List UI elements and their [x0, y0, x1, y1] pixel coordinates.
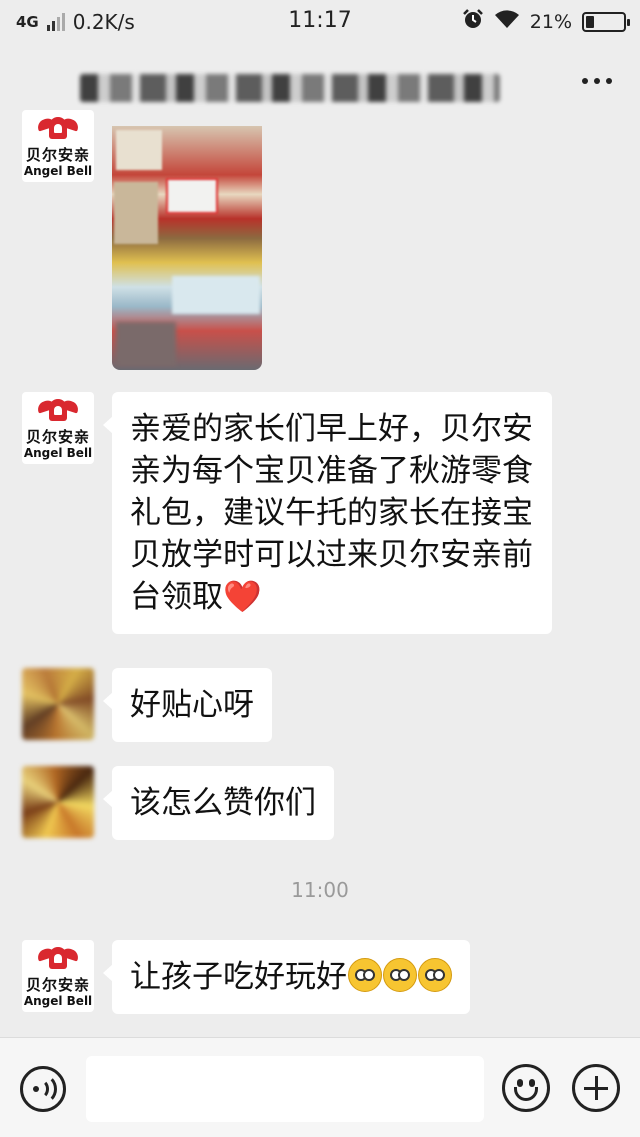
wifi-icon	[494, 9, 520, 34]
battery-percent: 21%	[529, 10, 572, 33]
slap-forehead-emoji-icon	[418, 958, 452, 992]
battery-fill	[586, 15, 594, 28]
logo-name-cn: 贝尔安亲	[25, 975, 90, 994]
avatar-parent-1[interactable]	[22, 668, 94, 740]
logo-name-cn: 贝尔安亲	[25, 145, 90, 164]
input-bar	[0, 1037, 640, 1137]
avatar-parent-2[interactable]	[22, 766, 94, 838]
logo-name-en: Angel Bell	[23, 993, 93, 1008]
cheer-emoji-icon	[348, 958, 382, 992]
avatar-brand[interactable]: 贝尔安亲 Angel Bell	[22, 940, 94, 1012]
message-text: 该怎么赞你们	[130, 785, 316, 821]
message-text: 亲爱的家长们早上好，贝尔安亲为每个宝贝准备了秋游零食礼包，建议午托的家长在接宝贝…	[130, 411, 533, 615]
plus-icon[interactable]	[572, 1064, 620, 1112]
battery-icon	[582, 11, 630, 32]
bell-logo-icon	[35, 945, 81, 971]
message-timestamp: 11:00	[291, 878, 349, 902]
slap-forehead-emoji-icon	[383, 958, 417, 992]
image-message[interactable]	[112, 126, 262, 370]
logo-name-en: Angel Bell	[23, 445, 93, 460]
voice-icon[interactable]	[20, 1066, 66, 1112]
message-input[interactable]	[86, 1056, 484, 1122]
heart-emoji-icon: ❤️	[223, 579, 262, 615]
chat-header	[0, 44, 640, 126]
smile-icon[interactable]	[502, 1064, 550, 1112]
status-bar: 4G 0.2K/s 11:17 21%	[0, 0, 640, 44]
alarm-icon	[462, 8, 484, 35]
status-right: 21%	[462, 8, 630, 35]
avatar-brand[interactable]: 贝尔安亲 Angel Bell	[22, 110, 94, 182]
message-bubble[interactable]: 该怎么赞你们	[103, 766, 334, 840]
message-bubble[interactable]: 好贴心呀	[103, 668, 272, 742]
message-text: 好贴心呀	[130, 687, 254, 723]
message-bubble[interactable]: 让孩子吃好玩好	[103, 940, 470, 1014]
bell-logo-icon	[35, 115, 81, 141]
avatar-brand[interactable]: 贝尔安亲 Angel Bell	[22, 392, 94, 464]
more-icon[interactable]	[582, 78, 612, 84]
message-bubble[interactable]: 亲爱的家长们早上好，贝尔安亲为每个宝贝准备了秋游零食礼包，建议午托的家长在接宝贝…	[103, 392, 552, 634]
message-text: 让孩子吃好玩好	[130, 959, 347, 995]
chat-title-blurred	[80, 74, 500, 102]
logo-name-en: Angel Bell	[23, 163, 93, 178]
bell-logo-icon	[35, 397, 81, 423]
logo-name-cn: 贝尔安亲	[25, 427, 90, 446]
